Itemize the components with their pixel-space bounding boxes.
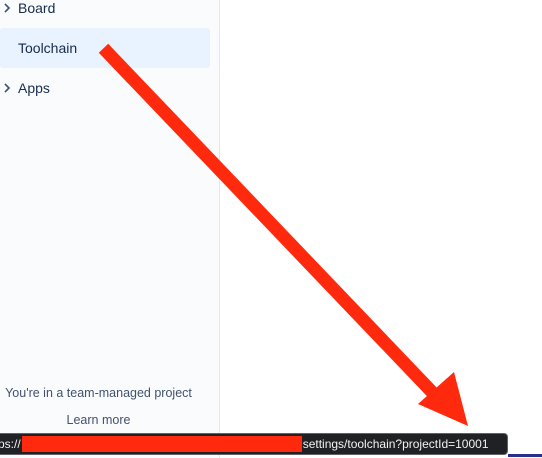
project-sidebar: Board Toolchain Apps You're in a team-ma… [0,0,220,458]
window-edge [508,454,542,457]
url-suffix: settings/toolchain?projectId=10001 [302,437,489,451]
link-preview-statusbar: ps:// settings/toolchain?projectId=10001 [0,433,508,455]
sidebar-item-toolchain[interactable]: Toolchain [0,28,210,68]
app-window: Board Toolchain Apps You're in a team-ma… [0,0,542,458]
sidebar-item-board[interactable]: Board [0,0,210,28]
sidebar-item-label: Toolchain [18,40,78,56]
sidebar-item-label: Board [18,0,56,16]
sidebar-item-apps[interactable]: Apps [0,68,210,108]
chevron-right-icon[interactable] [0,83,18,93]
redaction-block [21,436,302,452]
sidebar-item-label: Apps [18,80,50,96]
annotation-arrow-head [418,372,468,426]
project-type-note: You're in a team-managed project [5,386,192,400]
chevron-right-icon[interactable] [0,3,18,13]
learn-more-link[interactable]: Learn more [0,413,197,427]
url-prefix: ps:// [0,437,21,451]
